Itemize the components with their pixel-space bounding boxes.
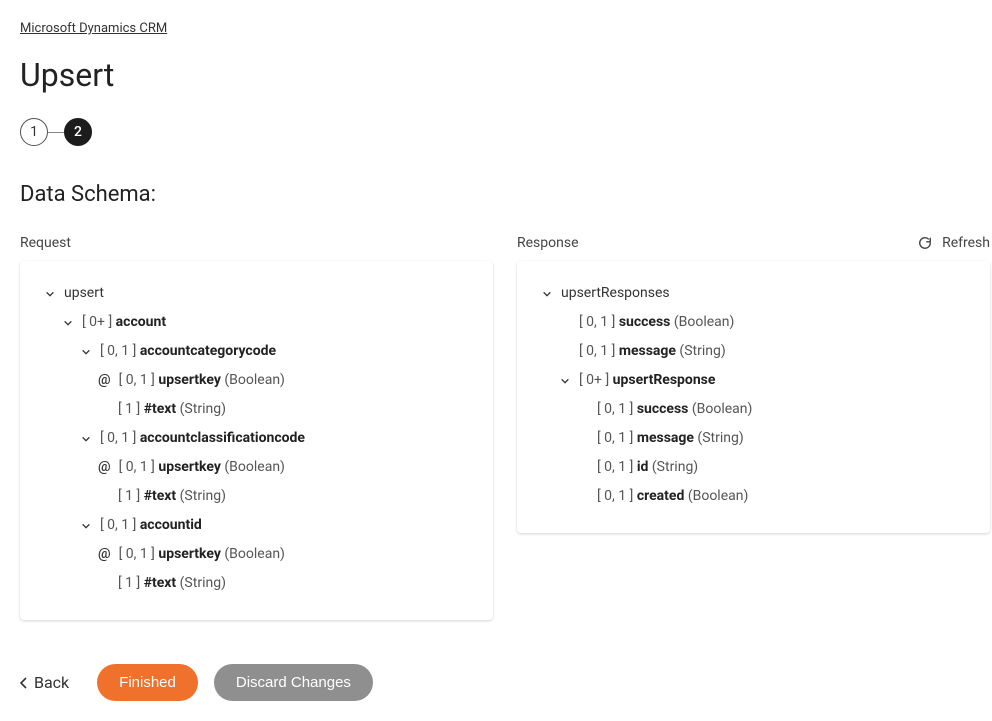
tree-node-label: [ 0, 1 ] success (Boolean) bbox=[597, 399, 752, 420]
tree-node-label: [ 0, 1 ] success (Boolean) bbox=[579, 312, 734, 333]
chevron-down-icon[interactable] bbox=[559, 376, 571, 386]
tree-node: [ 0, 1 ] success (Boolean) bbox=[533, 308, 974, 337]
back-link[interactable]: Back bbox=[20, 673, 69, 692]
tree-node[interactable]: [ 0, 1 ] accountcategorycode bbox=[36, 337, 477, 366]
tree-node: [ 0, 1 ] success (Boolean) bbox=[533, 395, 974, 424]
tree-node: [ 1 ] #text (String) bbox=[36, 395, 477, 424]
tree-node[interactable]: [ 0+ ] upsertResponse bbox=[533, 366, 974, 395]
tree-node[interactable]: [ 0+ ] account bbox=[36, 308, 477, 337]
back-label: Back bbox=[34, 673, 69, 692]
chevron-down-icon[interactable] bbox=[80, 434, 92, 444]
tree-node-label: upsertResponses bbox=[561, 283, 670, 304]
tree-node: [ 0, 1 ] message (String) bbox=[533, 337, 974, 366]
attribute-icon: @ bbox=[98, 544, 111, 565]
tree-node-label: [ 0, 1 ] upsertkey (Boolean) bbox=[119, 370, 285, 391]
tree-node-label: [ 1 ] #text (String) bbox=[118, 486, 226, 507]
request-panel: upsert [ 0+ ] account [ 0, 1 ] accountcate… bbox=[20, 261, 493, 620]
tree-node-label: [ 1 ] #text (String) bbox=[118, 399, 226, 420]
discard-button[interactable]: Discard Changes bbox=[214, 664, 373, 701]
tree-node-label: [ 0, 1 ] accountid bbox=[100, 515, 202, 536]
tree-node: @ [ 0, 1 ] upsertkey (Boolean) bbox=[36, 540, 477, 569]
tree-node-label: [ 1 ] #text (String) bbox=[118, 573, 226, 594]
tree-node: [ 0, 1 ] created (Boolean) bbox=[533, 482, 974, 511]
response-panel: upsertResponses [ 0, 1 ] success (Boolean… bbox=[517, 261, 990, 533]
tree-node: @ [ 0, 1 ] upsertkey (Boolean) bbox=[36, 453, 477, 482]
chevron-down-icon[interactable] bbox=[62, 318, 74, 328]
tree-node-label: [ 0, 1 ] id (String) bbox=[597, 457, 698, 478]
tree-node[interactable]: upsert bbox=[36, 279, 477, 308]
tree-node-label: [ 0, 1 ] upsertkey (Boolean) bbox=[119, 457, 285, 478]
tree-node-label: [ 0, 1 ] upsertkey (Boolean) bbox=[119, 544, 285, 565]
stepper: 1 2 bbox=[20, 118, 990, 146]
response-column: Response upsertResponses [ 0, 1 ] success… bbox=[517, 235, 990, 620]
attribute-icon: @ bbox=[98, 457, 111, 478]
section-title: Data Schema: bbox=[20, 182, 990, 207]
chevron-down-icon[interactable] bbox=[541, 289, 553, 299]
request-column-label: Request bbox=[20, 235, 493, 251]
breadcrumb[interactable]: Microsoft Dynamics CRM bbox=[20, 21, 167, 36]
tree-node[interactable]: upsertResponses bbox=[533, 279, 974, 308]
page-title: Upsert bbox=[20, 56, 990, 94]
tree-node: @ [ 0, 1 ] upsertkey (Boolean) bbox=[36, 366, 477, 395]
tree-node[interactable]: [ 0, 1 ] accountclassificationcode bbox=[36, 424, 477, 453]
request-column: Request upsert [ 0+ ] account [ 0, 1 ] acc… bbox=[20, 235, 493, 620]
step-1[interactable]: 1 bbox=[20, 118, 48, 146]
chevron-down-icon[interactable] bbox=[80, 521, 92, 531]
tree-node-label: [ 0, 1 ] accountcategorycode bbox=[100, 341, 276, 362]
tree-node-label: [ 0, 1 ] created (Boolean) bbox=[597, 486, 748, 507]
tree-node-label: [ 0+ ] upsertResponse bbox=[579, 370, 715, 391]
tree-node[interactable]: [ 0, 1 ] accountid bbox=[36, 511, 477, 540]
tree-node-label: [ 0, 1 ] accountclassificationcode bbox=[100, 428, 305, 449]
tree-node-label: [ 0, 1 ] message (String) bbox=[579, 341, 726, 362]
tree-node: [ 0, 1 ] id (String) bbox=[533, 453, 974, 482]
tree-node: [ 1 ] #text (String) bbox=[36, 482, 477, 511]
chevron-down-icon[interactable] bbox=[80, 347, 92, 357]
chevron-down-icon[interactable] bbox=[44, 289, 56, 299]
chevron-left-icon bbox=[20, 677, 28, 689]
tree-node-label: [ 0, 1 ] message (String) bbox=[597, 428, 744, 449]
tree-node: [ 0, 1 ] message (String) bbox=[533, 424, 974, 453]
tree-node-label: upsert bbox=[64, 283, 104, 304]
attribute-icon: @ bbox=[98, 370, 111, 391]
tree-node: [ 1 ] #text (String) bbox=[36, 569, 477, 598]
step-2[interactable]: 2 bbox=[64, 118, 92, 146]
response-column-label: Response bbox=[517, 235, 990, 251]
step-connector bbox=[48, 132, 64, 133]
tree-node-label: [ 0+ ] account bbox=[82, 312, 166, 333]
finished-button[interactable]: Finished bbox=[97, 664, 198, 701]
